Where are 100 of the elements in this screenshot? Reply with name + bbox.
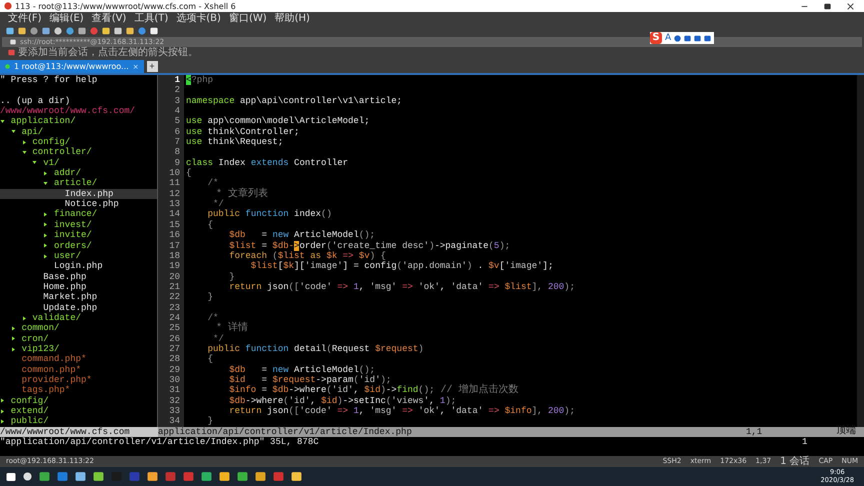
menu-item[interactable]: 工具(T) — [134, 12, 168, 24]
app-icon — [93, 471, 104, 482]
file-item[interactable]: Base.php — [0, 272, 157, 282]
close-icon — [847, 2, 854, 10]
ball-icon — [90, 26, 98, 34]
folder-item[interactable]: vip123/ — [0, 344, 157, 354]
menu-item[interactable]: 选项卡(B) — [176, 12, 221, 24]
line-number: 19 — [158, 261, 184, 272]
file-item[interactable]: Login.php — [0, 261, 157, 272]
file-item[interactable]: Update.php — [0, 302, 157, 313]
line-number: 6 — [158, 126, 184, 138]
restore-icon — [824, 2, 831, 10]
code-line: */ — [212, 199, 224, 210]
caret-down-icon — [43, 181, 48, 186]
folder-item[interactable]: cron/ — [0, 334, 157, 344]
folder-item[interactable]: invest/ — [0, 220, 157, 230]
folder-item[interactable]: extend/ — [0, 406, 157, 416]
file-item[interactable]: provider.php* — [0, 374, 157, 386]
app-icon — [291, 471, 302, 482]
folder-item[interactable]: api/ — [0, 126, 157, 138]
code-line: $list = $db->order('create_time desc')->paginate(5); — [228, 240, 510, 251]
line-number: 30 — [158, 374, 184, 386]
folder-item[interactable]: orders/ — [0, 240, 157, 251]
folder-item[interactable]: article/ — [0, 178, 157, 189]
app-icon — [237, 471, 248, 482]
line-number: 12 — [158, 188, 184, 200]
app-icon — [273, 471, 284, 482]
code-line: /* — [206, 312, 218, 323]
line-number: 20 — [158, 272, 184, 282]
folder-item[interactable]: v1/ — [0, 158, 157, 168]
code-line: use think\Controller; — [185, 126, 300, 138]
line-number: 18 — [158, 250, 184, 262]
line-number: 7 — [158, 137, 184, 148]
command-message: "application/api/controller/v1/article/Index.php" 35L, 878C — [0, 437, 320, 448]
help-text: " Press ? for help — [0, 75, 98, 86]
caret-right-icon — [43, 170, 48, 176]
app-icon — [183, 471, 194, 482]
menu-item[interactable]: 窗口(W) — [228, 12, 267, 24]
code-line: public function detail(Request $request) — [206, 344, 424, 354]
code-line: $db = new ArticleModel(); — [228, 364, 376, 375]
app-icon — [219, 471, 230, 482]
folder-item[interactable]: config/ — [0, 396, 157, 406]
code-line: class Index extends Controller — [185, 158, 348, 168]
code-line: namespace app\api\controller\v1\article; — [185, 96, 402, 106]
folder-item[interactable]: config/ — [0, 137, 157, 148]
line-number: 34 — [158, 416, 184, 427]
line-number: 4 — [158, 106, 184, 116]
code-line: */ — [212, 334, 224, 344]
folder-item[interactable]: invite/ — [0, 230, 157, 240]
file-path: application/api/controller/v1/article/Index.php — [158, 426, 413, 438]
code-line: } — [228, 272, 235, 282]
line-number: 21 — [158, 282, 184, 292]
app-logo-icon — [4, 2, 12, 10]
file-item[interactable]: tags.php* — [0, 385, 157, 396]
app-icon — [255, 471, 266, 482]
code-line: return json(['code' => 1, 'msg' => 'ok', 'data' => $list], 200); — [228, 282, 575, 292]
folder-item[interactable]: validate/ — [0, 312, 157, 324]
window-title: 113 - root@113:/www/wwwroot/www.cfs.com - Xshell 6 — [15, 2, 237, 10]
code-line: foreach ($list as $k => $v) { — [228, 250, 386, 262]
menu-item[interactable]: 查看(V) — [92, 12, 126, 24]
code-line: $list[$k]['image'] = config('app.domain') . $v['image']; — [250, 261, 554, 272]
app-icon — [39, 471, 50, 482]
folder-item[interactable]: common/ — [0, 323, 157, 334]
cursor-position: 1,1 — [746, 426, 764, 438]
file-item[interactable]: Home.php — [0, 282, 157, 292]
folder-item[interactable]: application/ — [0, 116, 157, 127]
line-number: 13 — [158, 199, 184, 210]
code-line: public function index() — [206, 209, 332, 220]
scrollbar[interactable] — [857, 75, 864, 427]
app-icon — [57, 471, 68, 482]
menu-item[interactable]: 帮助(H) — [274, 12, 310, 24]
file-item[interactable]: Index.php — [0, 188, 157, 200]
line-number: 29 — [158, 364, 184, 375]
folder-item[interactable]: controller/ — [0, 147, 157, 158]
line-number: 24 — [158, 312, 184, 324]
line-number: 32 — [158, 396, 184, 406]
file-item[interactable]: Market.php — [0, 292, 157, 303]
app-icon — [129, 471, 140, 482]
line-number: 25 — [158, 323, 184, 334]
menu-item[interactable]: 编辑(E) — [50, 12, 84, 24]
file-item[interactable]: common.php* — [0, 364, 157, 375]
code-line: $info = $db->where('id', $id)->find(); // 增加点击次数 — [228, 385, 519, 396]
status-dot-icon — [5, 64, 10, 69]
folder-item[interactable]: finance/ — [0, 209, 157, 220]
folder-item[interactable]: user/ — [0, 250, 157, 262]
code-line: $id = $request->param('id'); — [228, 374, 392, 386]
ime-logo: S — [650, 32, 662, 44]
scroll-position: 顶端 — [836, 426, 857, 438]
new-tab-button[interactable]: + — [146, 61, 158, 72]
app-icon — [201, 471, 212, 482]
line-number: 26 — [158, 334, 184, 344]
folder-item[interactable]: addr/ — [0, 168, 157, 178]
menu-item[interactable]: 文件(F) — [8, 12, 42, 24]
code-line: use app\common\model\ArticleModel; — [185, 116, 370, 127]
code-line: { — [206, 220, 214, 230]
file-item[interactable]: Notice.php — [0, 199, 157, 210]
folder-item[interactable]: public/ — [0, 416, 157, 427]
parent-dir-item[interactable]: .. (up a dir) — [0, 96, 70, 106]
line-number: 3 — [158, 96, 184, 106]
file-item[interactable]: command.php* — [0, 354, 157, 365]
